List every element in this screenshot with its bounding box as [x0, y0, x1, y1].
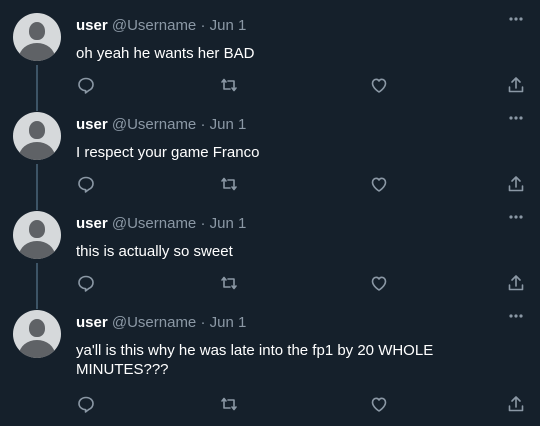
tweet-header: user @Username · Jun 1: [76, 17, 246, 35]
tweet-date[interactable]: Jun 1: [210, 314, 247, 331]
tweet-header: user @Username · Jun 1: [76, 116, 246, 134]
avatar-head: [29, 319, 45, 337]
display-name[interactable]: user: [76, 215, 108, 232]
reply-icon[interactable]: [76, 75, 96, 95]
tweet-date[interactable]: Jun 1: [210, 215, 247, 232]
display-name[interactable]: user: [76, 314, 108, 331]
separator-dot: ·: [200, 17, 206, 34]
tweet-date[interactable]: Jun 1: [210, 116, 247, 133]
tweet-text: this is actually so sweet: [76, 243, 233, 260]
tweet-text: I respect your game Franco: [76, 144, 260, 161]
heart-icon[interactable]: [369, 394, 389, 414]
tweet[interactable]: user @Username · Jun 1 I respect your ga…: [0, 99, 540, 198]
tweet-header: user @Username · Jun 1: [76, 215, 246, 233]
avatar[interactable]: [13, 310, 61, 358]
tweet-actions: [76, 75, 526, 97]
avatar-body: [19, 340, 55, 358]
avatar[interactable]: [13, 211, 61, 259]
retweet-icon[interactable]: [219, 394, 239, 414]
retweet-icon[interactable]: [219, 174, 239, 194]
username-handle[interactable]: @Username: [112, 215, 196, 232]
share-icon[interactable]: [506, 174, 526, 194]
username-handle[interactable]: @Username: [112, 314, 196, 331]
username-handle[interactable]: @Username: [112, 17, 196, 34]
tweet[interactable]: user @Username · Jun 1 oh yeah he wants …: [0, 0, 540, 99]
display-name[interactable]: user: [76, 17, 108, 34]
heart-icon[interactable]: [369, 75, 389, 95]
more-icon[interactable]: [508, 210, 524, 222]
tweet[interactable]: user @Username · Jun 1 this is actually …: [0, 198, 540, 297]
tweet-text: oh yeah he wants her BAD: [76, 45, 255, 62]
retweet-icon[interactable]: [219, 273, 239, 293]
heart-icon[interactable]: [369, 273, 389, 293]
share-icon[interactable]: [506, 273, 526, 293]
reply-icon[interactable]: [76, 273, 96, 293]
heart-icon[interactable]: [369, 174, 389, 194]
tweet-header: user @Username · Jun 1: [76, 314, 246, 332]
tweet-actions: [76, 174, 526, 196]
reply-icon[interactable]: [76, 174, 96, 194]
username-handle[interactable]: @Username: [112, 116, 196, 133]
avatar[interactable]: [13, 13, 61, 61]
reply-icon[interactable]: [76, 394, 96, 414]
share-icon[interactable]: [506, 394, 526, 414]
separator-dot: ·: [200, 314, 206, 331]
tweet-actions: [76, 394, 526, 416]
retweet-icon[interactable]: [219, 75, 239, 95]
more-icon[interactable]: [508, 12, 524, 24]
avatar-head: [29, 22, 45, 40]
avatar-head: [29, 220, 45, 238]
tweet[interactable]: user @Username · Jun 1 ya'll is this why…: [0, 297, 540, 426]
avatar-body: [19, 241, 55, 259]
more-icon[interactable]: [508, 111, 524, 123]
avatar-head: [29, 121, 45, 139]
avatar-body: [19, 142, 55, 160]
separator-dot: ·: [200, 116, 206, 133]
separator-dot: ·: [200, 215, 206, 232]
tweet-text: ya'll is this why he was late into the f…: [76, 342, 434, 378]
more-icon[interactable]: [508, 309, 524, 321]
tweet-date[interactable]: Jun 1: [210, 17, 247, 34]
avatar-body: [19, 43, 55, 61]
tweet-actions: [76, 273, 526, 295]
reply-thread: user @Username · Jun 1 oh yeah he wants …: [0, 0, 540, 426]
avatar[interactable]: [13, 112, 61, 160]
share-icon[interactable]: [506, 75, 526, 95]
display-name[interactable]: user: [76, 116, 108, 133]
